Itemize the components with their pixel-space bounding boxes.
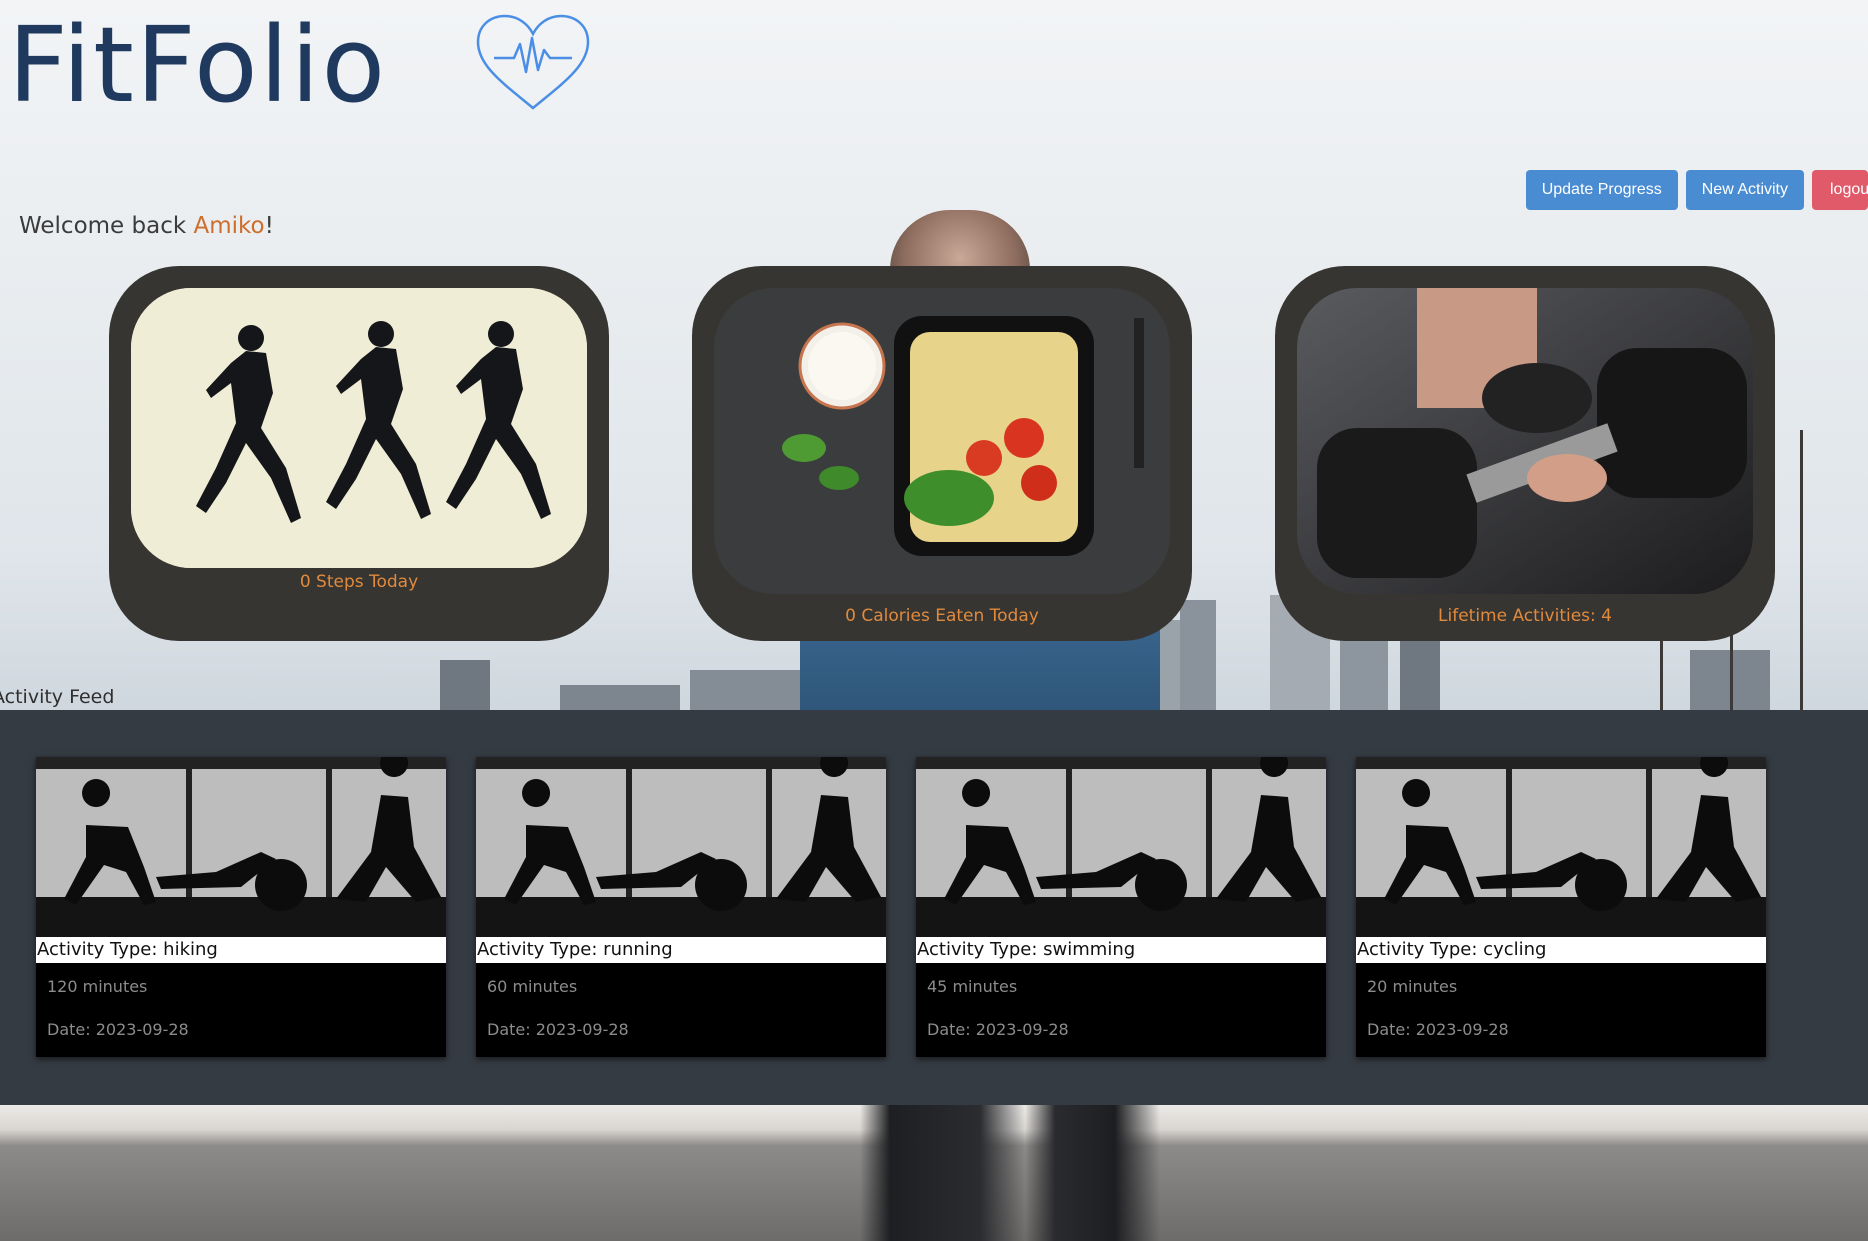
calories-card: 0 Calories Eaten Today xyxy=(692,266,1192,641)
activity-duration: 20 minutes xyxy=(1367,977,1458,996)
gym-silhouette-image xyxy=(476,757,886,937)
activity-date: Date: 2023-09-28 xyxy=(1367,1020,1509,1039)
gym-silhouette-image xyxy=(916,757,1326,937)
steps-label: 0 Steps Today xyxy=(299,572,419,592)
user-name: Amiko xyxy=(193,213,265,239)
activity-duration: 60 minutes xyxy=(487,977,578,996)
activity-duration: 120 minutes xyxy=(47,977,148,996)
activity-date: Date: 2023-09-28 xyxy=(487,1020,629,1039)
welcome-prefix: Welcome back xyxy=(19,213,194,239)
logout-button[interactable]: logout xyxy=(1812,170,1868,210)
activity-type-label: Activity Type: cycling xyxy=(1356,937,1766,963)
heart-pulse-icon xyxy=(476,14,590,110)
activity-type-label: Activity Type: swimming xyxy=(916,937,1326,963)
welcome-suffix: ! xyxy=(264,213,274,239)
activity-feed-panel: Activity Type: hiking 120 minutes Date: … xyxy=(0,710,1868,1105)
update-progress-button[interactable]: Update Progress xyxy=(1525,170,1678,210)
lifetime-activities-label: Lifetime Activities: 4 xyxy=(1438,606,1612,626)
gym-silhouette-image xyxy=(1356,757,1766,937)
lifetime-card: Lifetime Activities: 4 xyxy=(1275,266,1775,641)
activity-date: Date: 2023-09-28 xyxy=(47,1020,189,1039)
pasta-salad-image xyxy=(714,288,1170,594)
activity-feed-title: Activity Feed xyxy=(0,686,115,708)
activity-card-hiking[interactable]: Activity Type: hiking 120 minutes Date: … xyxy=(36,757,446,1057)
page-background: FitFolio Update Progress New Activity lo… xyxy=(0,0,1868,1241)
toolbar: Update Progress New Activity logout xyxy=(1525,170,1868,210)
gym-silhouette-image xyxy=(36,757,446,937)
running-figures-image xyxy=(131,288,587,568)
welcome-message: Welcome back Amiko! xyxy=(19,213,274,239)
calories-label: 0 Calories Eaten Today xyxy=(845,606,1039,626)
app-logo: FitFolio xyxy=(8,4,388,126)
new-activity-button[interactable]: New Activity xyxy=(1685,170,1804,210)
activity-card-swimming[interactable]: Activity Type: swimming 45 minutes Date:… xyxy=(916,757,1326,1057)
activity-type-label: Activity Type: hiking xyxy=(36,937,446,963)
background-tree xyxy=(1800,430,1803,720)
dumbbell-image xyxy=(1297,288,1753,594)
background-runner-legs xyxy=(860,1105,1160,1241)
activity-type-label: Activity Type: running xyxy=(476,937,886,963)
background-building xyxy=(1400,640,1440,720)
activity-date: Date: 2023-09-28 xyxy=(927,1020,1069,1039)
activity-card-running[interactable]: Activity Type: running 60 minutes Date: … xyxy=(476,757,886,1057)
steps-card: 0 Steps Today xyxy=(109,266,609,641)
activity-card-cycling[interactable]: Activity Type: cycling 20 minutes Date: … xyxy=(1356,757,1766,1057)
activity-duration: 45 minutes xyxy=(927,977,1018,996)
